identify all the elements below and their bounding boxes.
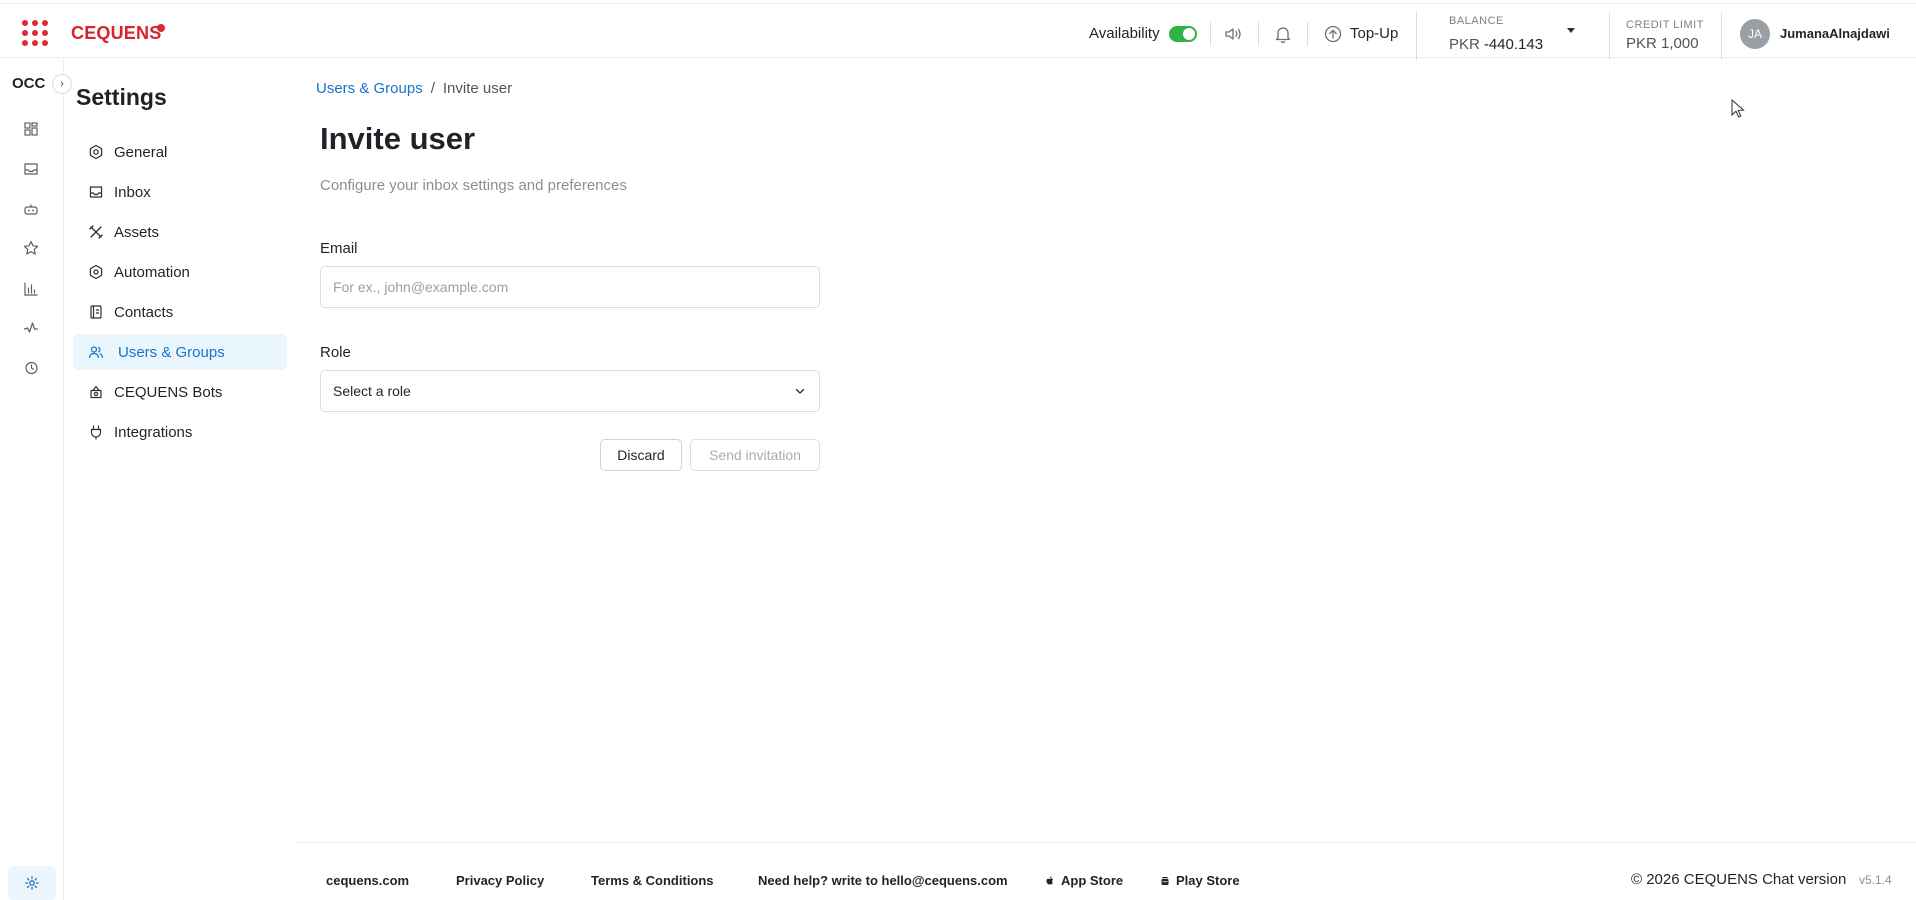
activity-icon[interactable] (22, 319, 40, 337)
footer-link-privacy[interactable]: Privacy Policy (456, 873, 544, 888)
footer: cequens.com Privacy Policy Terms & Condi… (296, 842, 1916, 900)
star-icon[interactable] (22, 239, 40, 257)
footer-link-app-store[interactable]: App Store (1044, 873, 1123, 888)
chevron-right-icon[interactable]: › (52, 74, 72, 94)
bot-icon (90, 385, 102, 399)
settings-nav-label: General (114, 143, 168, 161)
bar-chart-icon[interactable] (22, 280, 40, 298)
mouse-cursor-icon (1731, 99, 1745, 118)
settings-nav-label: Assets (114, 223, 160, 241)
email-label: Email (320, 240, 358, 257)
role-label: Role (320, 344, 351, 361)
rail-settings-button[interactable] (8, 866, 56, 900)
settings-nav-label: Contacts (114, 303, 174, 321)
tools-icon (89, 225, 103, 239)
footer-link-terms[interactable]: Terms & Conditions (591, 873, 714, 888)
settings-title: Settings (76, 84, 167, 110)
user-name[interactable]: JumanaAlnajdawi (1780, 26, 1890, 41)
role-selected-value: Select a role (333, 383, 411, 399)
divider (1210, 22, 1211, 46)
settings-nav-cequens-bots[interactable]: CEQUENS Bots (73, 374, 287, 410)
settings-nav-users-groups[interactable]: Users & Groups (73, 334, 287, 370)
credit-limit-value: PKR 1,000 (1626, 35, 1699, 52)
discard-button[interactable]: Discard (600, 439, 682, 471)
divider (1609, 12, 1610, 60)
settings-nav-automation[interactable]: Automation (73, 254, 287, 290)
breadcrumb-current: Invite user (442, 80, 513, 97)
users-icon (88, 346, 104, 359)
credit-limit-label: CREDIT LIMIT (1626, 19, 1704, 31)
page-subtitle: Configure your inbox settings and prefer… (320, 177, 627, 194)
avatar[interactable]: JA (1740, 19, 1770, 49)
bot-icon[interactable] (22, 200, 40, 218)
inbox-icon[interactable] (22, 160, 40, 178)
gear-icon (25, 876, 39, 890)
version-badge: v5.1.4 (1859, 873, 1892, 887)
workspace-title: OCC (12, 75, 46, 92)
dashboard-icon[interactable] (22, 120, 40, 138)
speaker-icon[interactable] (1223, 24, 1243, 44)
balance-label: BALANCE (1449, 15, 1504, 27)
divider (1307, 22, 1308, 46)
bell-icon[interactable] (1273, 24, 1293, 44)
page-title: Invite user (320, 121, 476, 156)
plug-icon (90, 425, 102, 440)
topup-button[interactable]: Top-Up (1350, 25, 1398, 42)
footer-link-site[interactable]: cequens.com (326, 873, 409, 888)
app-store-label: App Store (1061, 873, 1124, 888)
android-icon (1161, 876, 1169, 885)
history-icon[interactable] (22, 359, 40, 377)
send-invitation-button[interactable]: Send invitation (690, 439, 820, 471)
copyright: © 2026 CEQUENS Chat version (1631, 871, 1847, 888)
inbox-icon (89, 186, 103, 198)
divider (1258, 22, 1259, 46)
settings-nav-label: CEQUENS Bots (114, 383, 223, 401)
brand-logo: CEQUENS (71, 23, 162, 43)
settings-nav-contacts[interactable]: Contacts (73, 294, 287, 330)
availability-label: Availability (1089, 25, 1160, 42)
breadcrumb-separator: / (430, 80, 435, 97)
breadcrumb-parent-link[interactable]: Users & Groups (316, 80, 423, 97)
chevron-down-icon (795, 388, 805, 394)
settings-nav-general[interactable]: General (73, 134, 287, 170)
logo-dot (157, 24, 165, 32)
divider (1721, 12, 1722, 60)
apple-icon (1046, 876, 1054, 884)
balance-amount: -440.143 (1483, 36, 1544, 53)
settings-nav-label: Integrations (114, 423, 193, 441)
arrow-up-circle-icon[interactable] (1323, 24, 1343, 44)
balance-currency: PKR (1449, 36, 1480, 53)
icon-rail: OCC › (0, 58, 72, 900)
email-field[interactable] (320, 266, 820, 308)
settings-nav-label: Users & Groups (118, 343, 225, 361)
settings-nav-label: Automation (114, 263, 190, 281)
apps-grid-icon[interactable] (22, 20, 48, 46)
footer-link-play-store[interactable]: Play Store (1159, 873, 1240, 888)
settings-nav-assets[interactable]: Assets (73, 214, 287, 250)
top-header: CEQUENS Availability Top-Up BALANCE PKR -… (0, 3, 1916, 60)
gear-icon (89, 144, 103, 160)
breadcrumb: Users & Groups / Invite user (316, 80, 512, 97)
balance-value: PKR -440.143 (1449, 36, 1543, 53)
automation-icon (89, 264, 103, 280)
caret-down-icon[interactable] (1567, 28, 1575, 33)
play-store-label: Play Store (1176, 873, 1240, 888)
footer-link-help[interactable]: Need help? write to hello@cequens.com (758, 873, 1008, 888)
divider (1416, 12, 1417, 60)
settings-nav-label: Inbox (114, 183, 151, 201)
settings-nav-inbox[interactable]: Inbox (73, 174, 287, 210)
settings-nav-integrations[interactable]: Integrations (73, 414, 287, 450)
role-select[interactable]: Select a role (320, 370, 820, 412)
contacts-icon (90, 305, 102, 319)
availability-toggle[interactable] (1169, 26, 1197, 42)
